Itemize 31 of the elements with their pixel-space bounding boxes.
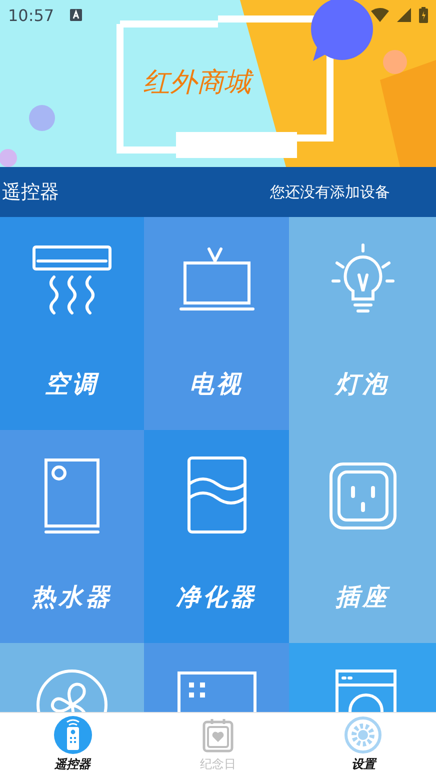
- device-tile[interactable]: 热水器: [0, 430, 144, 643]
- remote-control-icon: [54, 716, 92, 754]
- sphere-drawing: [383, 50, 407, 74]
- device-label: 空调: [45, 369, 99, 400]
- battery-icon: [419, 7, 428, 23]
- speech-bubble-icon: [311, 0, 373, 61]
- section-title: 遥控器: [2, 180, 59, 205]
- device-label: 净化器: [176, 582, 257, 613]
- device-tile[interactable]: [144, 643, 289, 712]
- device-tile[interactable]: 空调: [0, 217, 144, 430]
- settings-icon: [344, 716, 382, 754]
- tab[interactable]: 遥控器: [0, 713, 146, 775]
- sphere-drawing: [29, 105, 55, 131]
- device-tile[interactable]: 插座: [289, 430, 436, 643]
- device-label: 热水器: [32, 582, 112, 613]
- wifi-icon: [371, 8, 389, 22]
- tab[interactable]: 设置: [290, 713, 436, 775]
- sphere-drawing: [0, 149, 17, 167]
- device-label: 插座: [336, 582, 390, 613]
- notification-icon: [70, 9, 82, 21]
- device-label: 电视: [190, 369, 244, 400]
- device-tile[interactable]: 灯泡: [289, 217, 436, 430]
- device-tile[interactable]: [0, 643, 144, 712]
- device-label: 灯泡: [336, 369, 390, 400]
- status-message: 您还没有添加设备: [270, 182, 390, 202]
- signal-icon: [397, 8, 411, 22]
- device-tile[interactable]: [289, 643, 436, 712]
- status-time: 10:57: [8, 6, 54, 24]
- device-tile[interactable]: 电视: [144, 217, 289, 430]
- tab[interactable]: 纪念日: [145, 713, 291, 775]
- device-tile[interactable]: 净化器: [144, 430, 289, 643]
